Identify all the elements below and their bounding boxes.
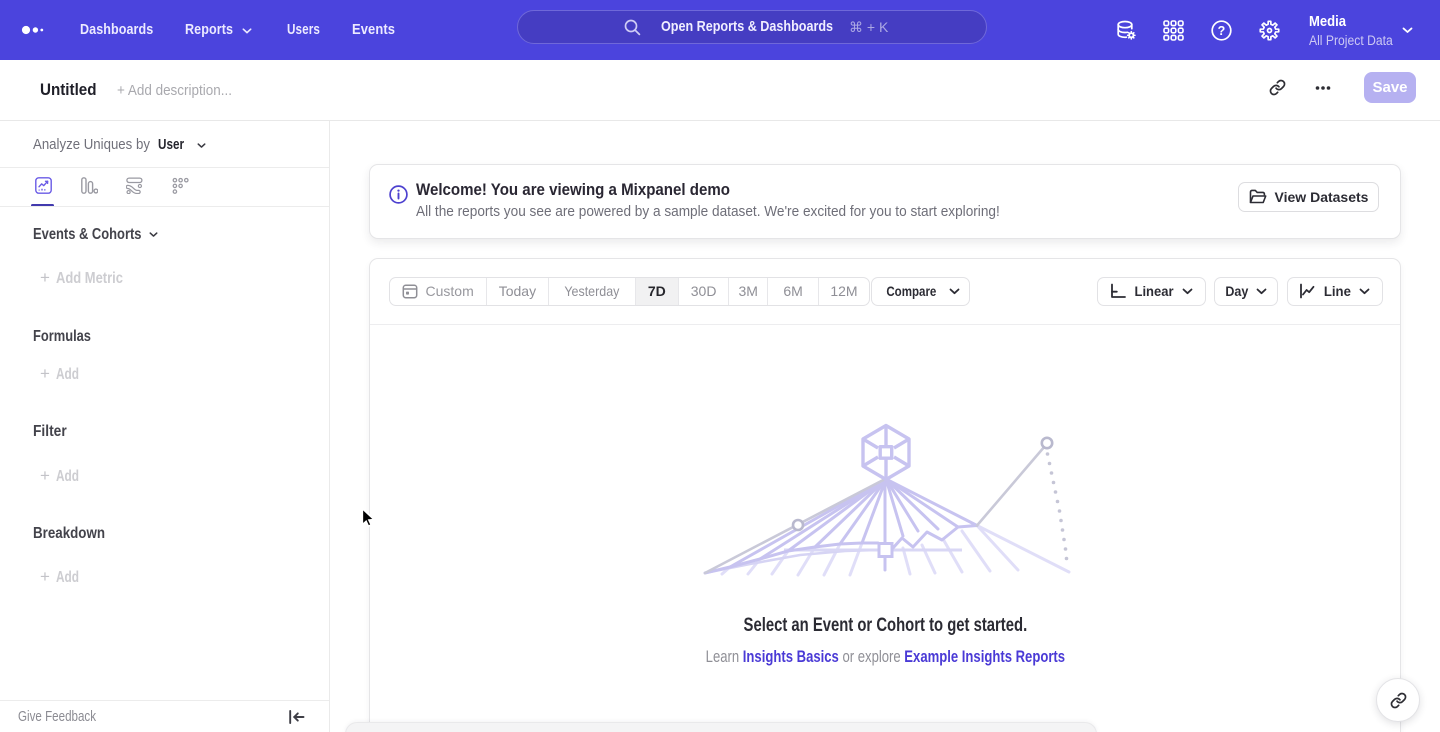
svg-text:?: ? [1218, 24, 1226, 38]
